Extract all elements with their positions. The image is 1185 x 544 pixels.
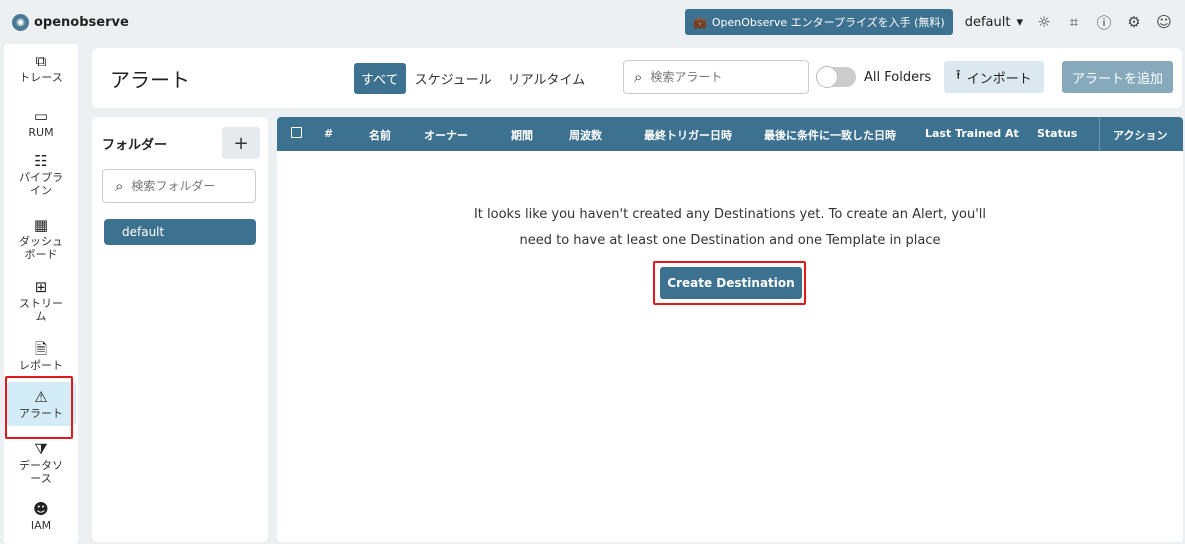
col-actions: アクション (1113, 129, 1168, 142)
col-last-trained[interactable]: Last Trained At (925, 127, 1019, 140)
all-folders-label: All Folders (864, 69, 932, 85)
tab-realtime[interactable]: リアルタイム (501, 63, 593, 94)
nav-item-datasource[interactable]: ⧩ データソース (6, 440, 76, 485)
add-alert-button[interactable]: アラートを追加 (1062, 61, 1174, 93)
rum-icon: ▭ (33, 107, 49, 125)
upload-icon: ⭱ (956, 68, 961, 83)
search-icon: ⌕ (115, 177, 124, 195)
empty-state-line-1: It looks like you haven't created any De… (473, 207, 987, 222)
col-owner[interactable]: オーナー (424, 127, 468, 143)
alert-search-input[interactable] (650, 70, 781, 84)
add-folder-button[interactable]: + (222, 127, 260, 159)
toggle-track[interactable] (816, 66, 856, 88)
tab-all[interactable]: すべて (354, 63, 406, 94)
alert-icon: ⚠ (34, 388, 48, 406)
column-divider (1099, 117, 1100, 151)
alert-type-tabs: すべて スケジュール リアルタイム (354, 63, 592, 94)
traces-icon: ⧉ (35, 52, 47, 70)
nav-label: IAM (30, 519, 52, 532)
logo-text: openobserve (34, 14, 129, 30)
empty-state-message: It looks like you haven't created any De… (277, 202, 1183, 254)
dashboard-icon: ▦ (33, 216, 49, 234)
theme-toggle-icon[interactable]: ☼ (1035, 13, 1053, 31)
iam-icon: ☻ (33, 500, 49, 518)
logo-icon: ◉ (12, 13, 29, 31)
col-frequency[interactable]: 周波数 (569, 127, 602, 143)
col-last-triggered[interactable]: 最終トリガー日時 (644, 127, 732, 143)
left-sidebar: ⧉ トレース ▭ RUM ☷ パイプライン ▦ ダッシュボード ⊞ ストリーム … (4, 44, 78, 544)
get-enterprise-label: OpenObserve エンタープライズを入手 (無料) (711, 16, 945, 29)
nav-label: トレース (19, 71, 63, 84)
org-selector[interactable]: default ▾ (965, 15, 1023, 30)
reports-icon: 🗎 (34, 340, 48, 358)
slack-icon[interactable]: ⌗ (1065, 13, 1083, 31)
streams-icon: ⊞ (34, 278, 48, 296)
org-select-value: default (964, 14, 1011, 30)
table-header: # 名前 オーナー 期間 周波数 最終トリガー日時 最後に条件に一致した日時 L… (277, 117, 1183, 151)
pipeline-icon: ☷ (34, 152, 48, 170)
col-index[interactable]: # (324, 127, 333, 140)
user-icon[interactable]: ☺ (1155, 13, 1173, 31)
nav-item-pipeline[interactable]: ☷ パイプライン (6, 152, 76, 197)
top-header: ◉ openobserve 💼 OpenObserve エンタープライズを入手 … (0, 0, 1185, 44)
select-all-checkbox[interactable] (291, 127, 302, 138)
help-icon[interactable]: ⓘ (1095, 13, 1113, 32)
import-button[interactable]: ⭱ インポート (944, 61, 1044, 93)
search-icon: ⌕ (634, 68, 643, 86)
col-last-satisfied[interactable]: 最後に条件に一致した日時 (764, 127, 896, 143)
settings-icon[interactable]: ⚙ (1125, 13, 1143, 31)
create-destination-button[interactable]: Create Destination (660, 267, 802, 299)
folder-panel: フォルダー + ⌕ default (92, 117, 268, 542)
nav-item-streams[interactable]: ⊞ ストリーム (6, 278, 76, 323)
nav-label: RUM (28, 126, 54, 139)
nav-item-reports[interactable]: 🗎 レポート (6, 340, 76, 372)
col-period[interactable]: 期間 (511, 127, 533, 143)
tab-scheduled[interactable]: スケジュール (408, 63, 499, 94)
app-logo[interactable]: ◉ openobserve (12, 13, 129, 31)
folders-title: フォルダー (102, 137, 168, 153)
page-title: アラート (110, 67, 190, 92)
col-name[interactable]: 名前 (369, 127, 391, 143)
nav-label: アラート (19, 407, 63, 420)
col-status[interactable]: Status (1037, 127, 1077, 140)
nav-label: パイプライン (19, 171, 63, 197)
page-toolbar: アラート すべて スケジュール リアルタイム ⌕ All Folders ⭱ イ… (92, 48, 1182, 108)
nav-item-alerts[interactable]: ⚠ アラート (6, 382, 76, 426)
folder-search-input[interactable] (131, 179, 232, 193)
all-folders-toggle[interactable]: All Folders (816, 66, 932, 88)
folder-search: ⌕ (102, 169, 256, 203)
nav-item-dashboard[interactable]: ▦ ダッシュボード (6, 216, 76, 261)
alerts-table: # 名前 オーナー 期間 周波数 最終トリガー日時 最後に条件に一致した日時 L… (277, 117, 1183, 542)
get-enterprise-button[interactable]: 💼 OpenObserve エンタープライズを入手 (無料) (685, 9, 953, 35)
import-label: インポート (966, 71, 1032, 87)
nav-item-traces[interactable]: ⧉ トレース (6, 52, 76, 84)
nav-label: データソース (19, 459, 63, 485)
empty-state-line-2: need to have at least one Destination an… (519, 233, 941, 248)
toggle-knob (816, 66, 838, 88)
nav-item-iam[interactable]: ☻ IAM (6, 500, 76, 532)
alert-search: ⌕ (623, 60, 809, 94)
datasource-icon: ⧩ (34, 440, 48, 458)
nav-label: ダッシュボード (19, 235, 63, 261)
nav-label: ストリーム (19, 297, 63, 323)
nav-item-rum[interactable]: ▭ RUM (6, 107, 76, 139)
nav-label: レポート (19, 359, 63, 372)
folder-item-default[interactable]: default (104, 219, 256, 245)
caret-down-icon: ▾ (1016, 14, 1023, 30)
briefcase-icon: 💼 (693, 15, 707, 29)
